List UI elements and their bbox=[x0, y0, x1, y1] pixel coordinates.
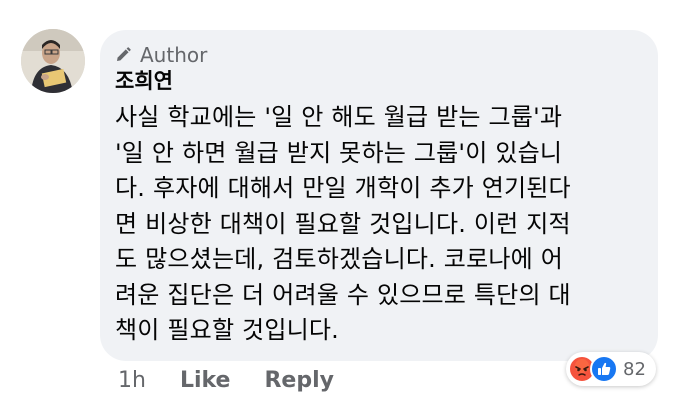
comment-line: 사실 학교에는 '일 안 해도 월급 받는 그룹'과 bbox=[115, 103, 563, 131]
commenter-name[interactable]: 조희연 bbox=[115, 66, 173, 96]
comment-line: 책이 필요할 것입니다. bbox=[115, 316, 340, 344]
comment-line: 도 많으셨는데, 검토하겠습니다. 코로나에 어 bbox=[115, 245, 564, 273]
reactions-summary[interactable]: 82 bbox=[566, 352, 656, 386]
timestamp[interactable]: 1h bbox=[118, 368, 146, 393]
comment-line: '일 안 하면 월급 받지 못하는 그룹'이 있습니 bbox=[115, 138, 563, 167]
pencil-icon bbox=[117, 47, 131, 61]
reply-button[interactable]: Reply bbox=[264, 368, 334, 393]
comment-line: 면 비상한 대책이 필요할 것입니다. 이런 지적 bbox=[115, 209, 571, 238]
comment-line: 려운 집단은 더 어려울 수 있으므로 특단의 대 bbox=[115, 280, 571, 309]
author-badge-label: Author bbox=[140, 43, 208, 67]
comment-line: 다. 후자에 대해서 만일 개학이 추가 연기된다 bbox=[115, 174, 571, 202]
like-button[interactable]: Like bbox=[180, 368, 231, 393]
comment-thread: Author 조희연 사실 학교에는 '일 안 해도 월급 받는 그룹'과 '일… bbox=[0, 0, 680, 403]
author-badge: Author bbox=[114, 42, 207, 68]
comment-text: 사실 학교에는 '일 안 해도 월급 받는 그룹'과 '일 안 하면 월급 받지… bbox=[115, 100, 650, 349]
avatar[interactable] bbox=[21, 29, 85, 93]
reaction-count: 82 bbox=[623, 358, 646, 380]
like-icon bbox=[590, 355, 618, 383]
comment-actions: 1h Like Reply bbox=[118, 363, 368, 397]
